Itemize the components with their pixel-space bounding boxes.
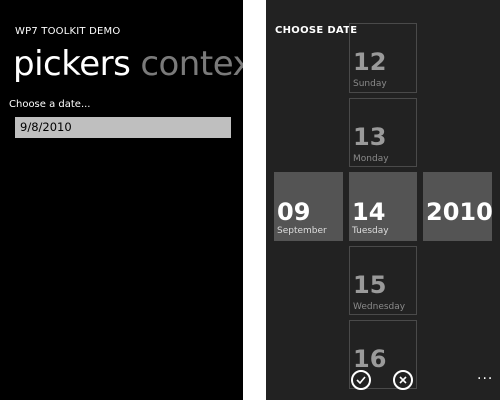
- day-tile-14-selected[interactable]: 14 Tuesday: [349, 172, 417, 241]
- date-picker-demo-page: WP7 TOOLKIT DEMO pickerscontext Choose a…: [0, 0, 243, 400]
- more-icon[interactable]: ...: [477, 367, 493, 383]
- day-number: 16: [353, 345, 387, 373]
- year-number: 2010: [426, 198, 493, 226]
- picker-title: CHOOSE DATE: [275, 25, 358, 36]
- pivot-header: pickerscontext: [13, 44, 243, 84]
- month-name: September: [277, 226, 327, 236]
- day-number: 15: [353, 271, 387, 299]
- cancel-icon: [399, 376, 407, 384]
- check-icon: [356, 376, 366, 384]
- month-tile-selected[interactable]: 09 September: [274, 172, 343, 241]
- day-number: 12: [353, 48, 387, 76]
- pivot-item-pickers[interactable]: pickers: [13, 44, 131, 84]
- day-tile-12[interactable]: 12 Sunday: [349, 23, 417, 93]
- day-number: 14: [352, 198, 386, 226]
- date-field-label: Choose a date...: [9, 99, 91, 110]
- month-number: 09: [277, 198, 311, 226]
- day-weekday: Monday: [353, 154, 389, 164]
- day-tile-15[interactable]: 15 Wednesday: [349, 246, 417, 315]
- day-number: 13: [353, 123, 387, 151]
- day-weekday: Tuesday: [352, 226, 389, 236]
- year-tile-selected[interactable]: 2010: [423, 172, 493, 241]
- date-picker-field[interactable]: 9/8/2010: [15, 117, 231, 138]
- day-weekday: Wednesday: [353, 302, 406, 312]
- done-button[interactable]: [351, 370, 371, 390]
- app-title: WP7 TOOLKIT DEMO: [15, 26, 121, 37]
- day-tile-13[interactable]: 13 Monday: [349, 98, 417, 167]
- cancel-button[interactable]: [393, 370, 413, 390]
- day-weekday: Sunday: [353, 79, 387, 89]
- pivot-item-context[interactable]: context: [140, 44, 243, 84]
- choose-date-page: CHOOSE DATE 12 Sunday 13 Monday 14 Tuesd…: [266, 0, 500, 400]
